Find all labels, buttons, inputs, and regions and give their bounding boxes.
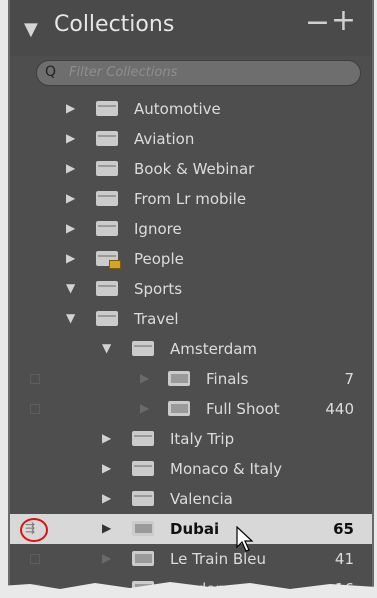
expand-arrow-icon[interactable]: ▶ <box>102 521 111 535</box>
collection-label: Monaco & Italy <box>170 460 283 478</box>
expand-arrow-icon[interactable]: ▶ <box>66 101 75 115</box>
collapse-arrow-icon[interactable]: ▼ <box>66 281 75 295</box>
expand-arrow-icon[interactable]: ▶ <box>66 251 75 265</box>
collection-label: Italy Trip <box>170 430 235 448</box>
panel-title: Collections <box>54 12 175 37</box>
torn-edge-decoration <box>0 582 377 598</box>
collection-set-ignore[interactable]: ▶ Ignore <box>10 214 372 244</box>
collection-set-travel[interactable]: ▼ Travel <box>10 304 372 334</box>
collection-set-badge-icon <box>96 251 121 269</box>
target-collection-checkbox[interactable] <box>30 404 40 414</box>
collection-set-icon <box>96 131 118 146</box>
collection-icon <box>132 521 154 536</box>
expand-arrow-icon: ▶ <box>140 371 150 385</box>
photo-count: 440 <box>325 400 354 418</box>
photo-count: 65 <box>333 520 354 538</box>
collections-panel: ▼ Collections − + Q Filter Collections ▶… <box>8 0 374 598</box>
expand-arrow-icon[interactable]: ▶ <box>102 431 111 445</box>
collection-label: Amsterdam <box>170 340 258 358</box>
collection-label: Book & Webinar <box>134 160 255 178</box>
expand-arrow-icon: ▶ <box>140 401 150 415</box>
collection-set-icon <box>96 191 118 206</box>
remove-collection-button[interactable]: − <box>305 8 330 38</box>
collection-set-monaco-italy[interactable]: ▶ Monaco & Italy <box>10 454 372 484</box>
collection-set-icon <box>96 101 118 116</box>
collection-label: Ignore <box>134 220 182 238</box>
search-icon[interactable]: Q <box>45 64 56 80</box>
expand-arrow-icon[interactable]: ▶ <box>102 461 111 475</box>
collection-set-aviation[interactable]: ▶ Aviation <box>10 124 372 154</box>
expand-arrow-icon[interactable]: ▶ <box>102 491 111 505</box>
collection-label: Valencia <box>170 490 233 508</box>
collapse-triangle-icon[interactable]: ▼ <box>24 19 38 40</box>
collection-label: Sports <box>134 280 183 298</box>
collection-label: Dubai <box>170 520 220 538</box>
expand-arrow-icon[interactable]: ▶ <box>66 221 75 235</box>
collection-set-automotive[interactable]: ▶ Automotive <box>10 94 372 124</box>
collection-set-icon <box>132 461 154 476</box>
collection-label: Full Shoot <box>206 400 280 418</box>
collection-set-icon <box>96 311 118 326</box>
target-collection-highlight[interactable]: ⇶ <box>20 518 48 542</box>
collection-label: Aviation <box>134 130 195 148</box>
collection-set-from-lr-mobile[interactable]: ▶ From Lr mobile <box>10 184 372 214</box>
collection-label: From Lr mobile <box>134 190 247 208</box>
collection-set-italy-trip[interactable]: ▶ Italy Trip <box>10 424 372 454</box>
target-collection-checkbox[interactable] <box>30 374 40 384</box>
collection-set-icon <box>132 341 154 356</box>
collection-icon <box>132 551 154 566</box>
expand-arrow-icon[interactable]: ▶ <box>66 161 75 175</box>
collapse-arrow-icon[interactable]: ▼ <box>66 311 75 325</box>
photo-count: 41 <box>334 550 354 568</box>
target-collection-icon: ⇶ <box>25 521 36 535</box>
expand-arrow-icon: ▶ <box>102 551 112 565</box>
collection-dubai-selected[interactable]: ⇶ ▶ Dubai 65 <box>10 514 372 544</box>
collection-set-icon <box>96 221 118 236</box>
mouse-pointer-icon <box>236 526 254 552</box>
collection-finals[interactable]: ▶ Finals 7 <box>10 364 372 394</box>
collection-set-sports[interactable]: ▼ Sports <box>10 274 372 304</box>
filter-collections-field[interactable]: Q Filter Collections <box>36 60 361 86</box>
collection-list: ▶ Automotive ▶ Aviation ▶ Book & Webinar… <box>10 94 372 598</box>
add-collection-button[interactable]: + <box>331 6 356 36</box>
collection-set-amsterdam[interactable]: ▼ Amsterdam <box>10 334 372 364</box>
collection-icon <box>168 371 190 386</box>
collection-set-icon <box>96 281 118 296</box>
collection-set-book-webinar[interactable]: ▶ Book & Webinar <box>10 154 372 184</box>
collections-header[interactable]: ▼ Collections − + <box>10 0 372 56</box>
collection-icon <box>168 401 190 416</box>
collection-set-icon <box>96 161 118 176</box>
collection-label: Finals <box>206 370 249 388</box>
expand-arrow-icon[interactable]: ▶ <box>66 191 75 205</box>
collection-set-icon <box>132 431 154 446</box>
target-collection-checkbox[interactable] <box>30 554 40 564</box>
collection-label: People <box>134 250 184 268</box>
collection-label: Travel <box>134 310 179 328</box>
collection-set-icon <box>132 491 154 506</box>
collection-set-valencia[interactable]: ▶ Valencia <box>10 484 372 514</box>
collapse-arrow-icon[interactable]: ▼ <box>102 341 111 355</box>
collection-label: Automotive <box>134 100 221 118</box>
search-placeholder: Filter Collections <box>69 65 178 80</box>
collection-set-people[interactable]: ▶ People <box>10 244 372 274</box>
collection-le-train-bleu[interactable]: ▶ Le Train Bleu 41 <box>10 544 372 574</box>
collection-full-shoot[interactable]: ▶ Full Shoot 440 <box>10 394 372 424</box>
expand-arrow-icon[interactable]: ▶ <box>66 131 75 145</box>
photo-count: 7 <box>344 370 354 388</box>
